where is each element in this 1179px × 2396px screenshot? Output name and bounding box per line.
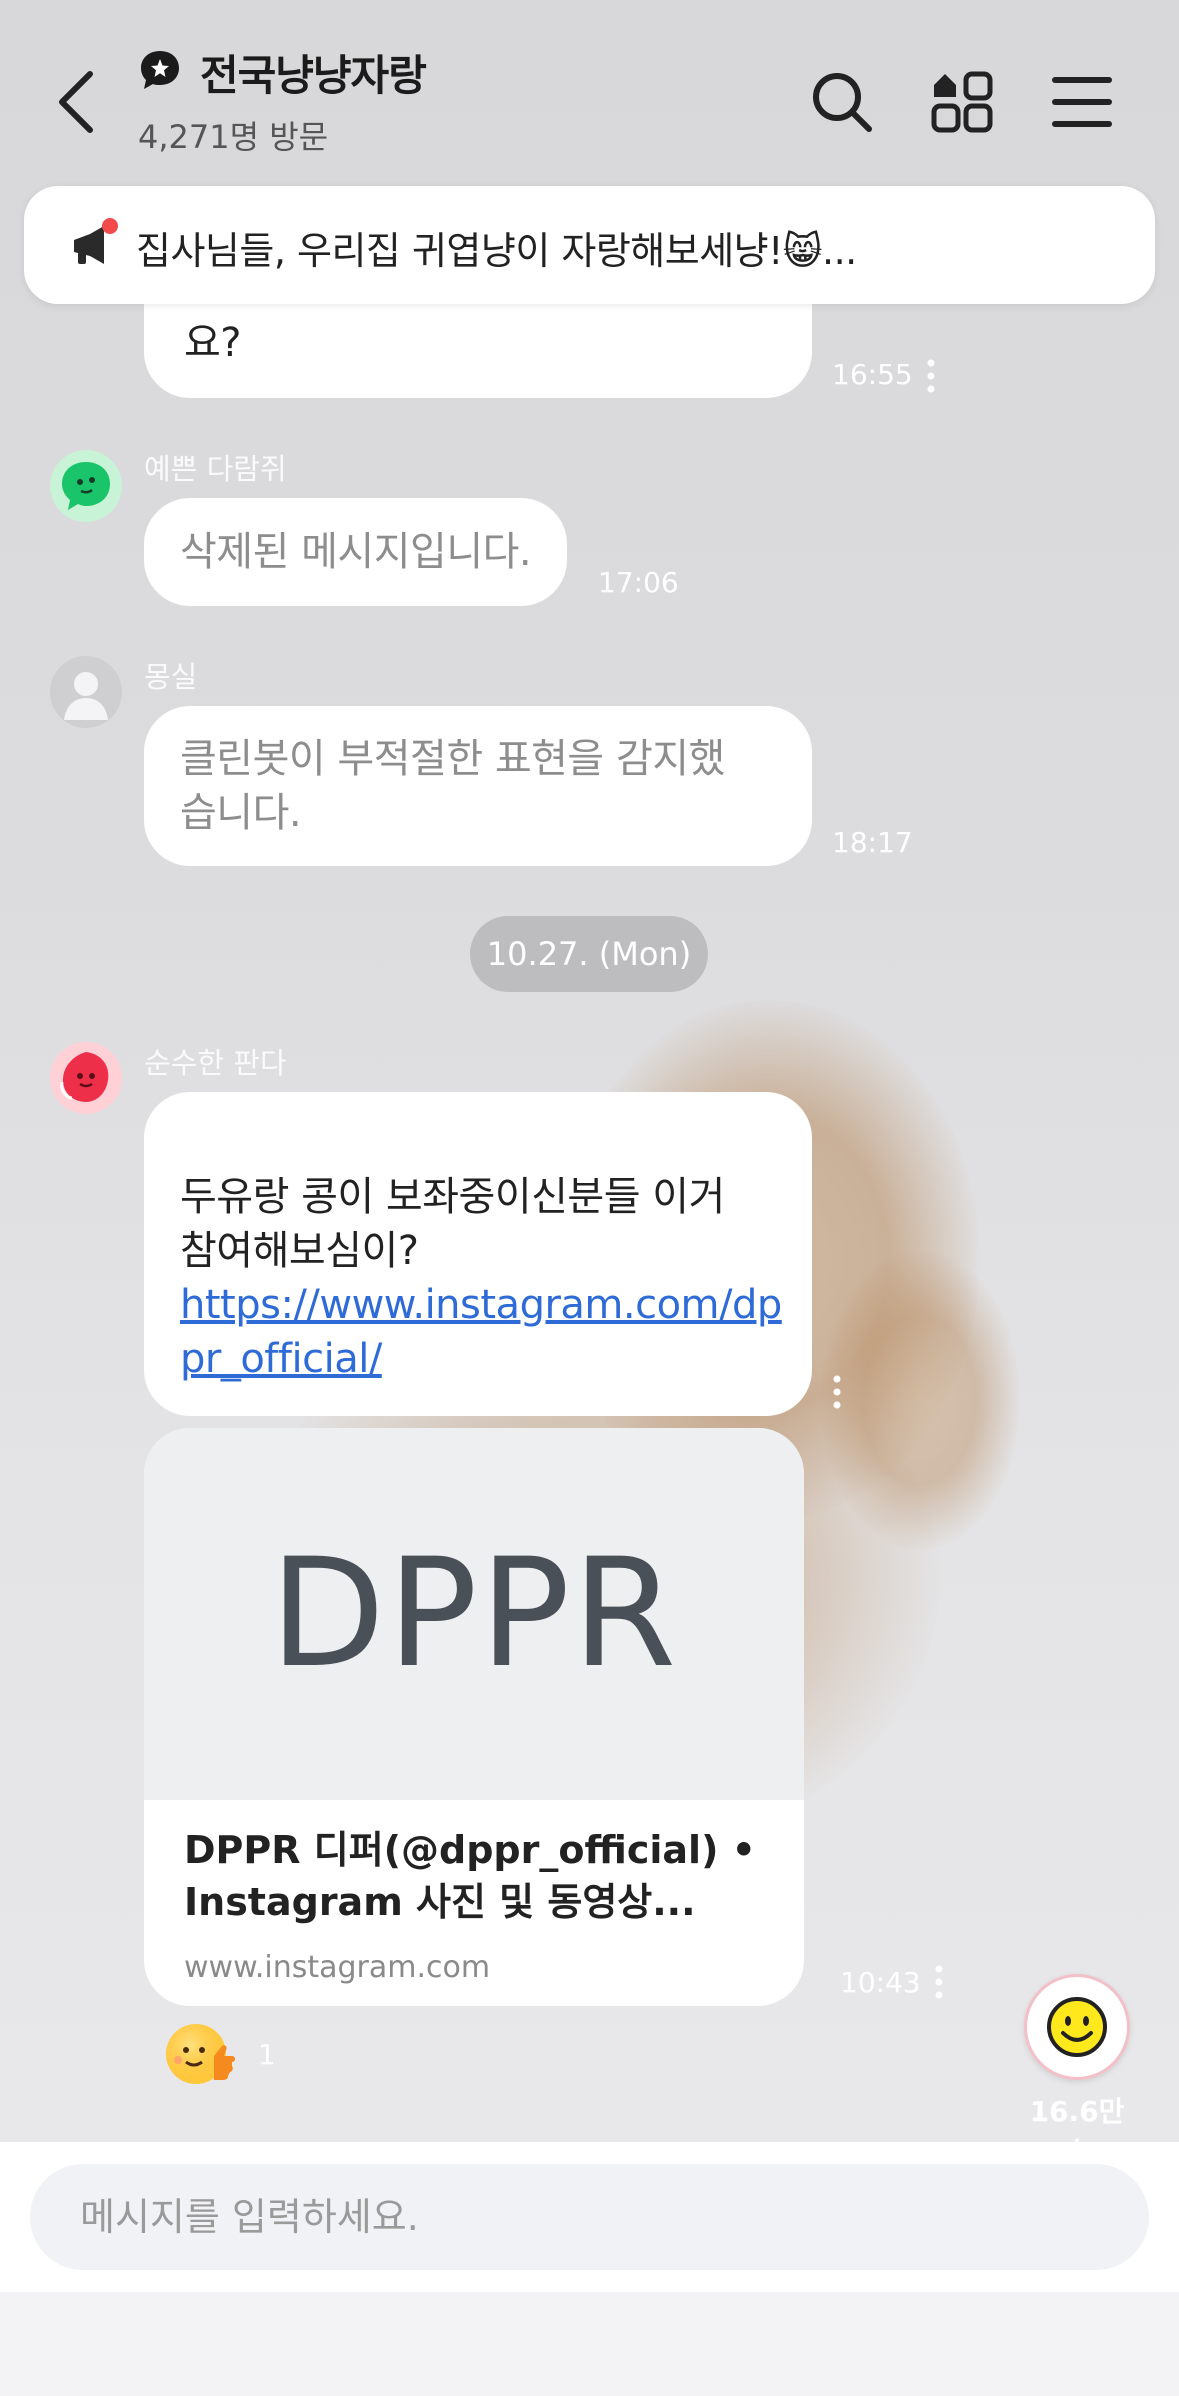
message-time: 17:06: [598, 566, 679, 599]
link-preview-title-line: DPPR 디퍼(@dppr_official) •: [184, 1828, 756, 1872]
chat-header: 전국냥냥자랑 4,271명 방문: [0, 0, 1179, 170]
link-preview-title-line: Instagram 사진 및 동영상...: [184, 1880, 696, 1924]
bottom-safe-area: [0, 2292, 1179, 2396]
link-preview-card[interactable]: DPPR DPPR 디퍼(@dppr_official) • Instagram…: [144, 1428, 804, 2006]
reaction-count: 1: [258, 2038, 276, 2071]
avatar[interactable]: [50, 1042, 122, 1114]
message-text-line: 두유랑 콩이 보좌중이신분들 이거: [180, 1174, 725, 1220]
message-bubble[interactable]: 두유랑 콩이 보좌중이신분들 이거 참여해보심이? https://www.in…: [144, 1092, 812, 1416]
message-text-line: 클린봇이 부적절한 표현을 감지했: [180, 736, 725, 782]
notice-text: 집사님들, 우리집 귀엽냥이 자랑해보세냥!😸...: [136, 229, 857, 273]
more-options-icon[interactable]: [934, 1964, 944, 2000]
notice-banner[interactable]: 집사님들, 우리집 귀엽냥이 자랑해보세냥!😸...: [24, 186, 1155, 304]
more-options-icon[interactable]: [926, 358, 936, 394]
visit-count: 4,271명 방문: [138, 118, 329, 156]
message-text: 삭제된 메시지입니다.: [180, 529, 532, 575]
link-preview-image: DPPR: [144, 1428, 804, 1800]
back-button[interactable]: [48, 62, 104, 142]
message-time: 16:55: [832, 358, 913, 391]
message-bubble[interactable]: 클린봇이 부적절한 표현을 감지했 습니다.: [144, 706, 812, 866]
link-preview-domain: www.instagram.com: [184, 1950, 491, 1985]
brand-logo-text: DPPR: [269, 1527, 679, 1701]
sender-name: 몽실: [144, 660, 198, 694]
smiley-face-icon: [1047, 1997, 1107, 2057]
search-icon: [813, 73, 872, 132]
sender-name: 예쁜 다람쥐: [144, 452, 287, 486]
link-preview-title: DPPR 디퍼(@dppr_official) • Instagram 사진 및…: [184, 1824, 774, 1928]
chevron-left-icon: [59, 71, 93, 133]
message-text: 요?: [184, 320, 242, 366]
thumbs-up-emoji-reaction-icon[interactable]: [164, 2022, 238, 2088]
apps-grid-icon: [931, 71, 993, 133]
open-chat-badge-icon: [138, 48, 182, 92]
room-title: 전국냥냥자랑: [200, 51, 427, 100]
more-options-icon[interactable]: [832, 1374, 842, 1410]
avatar[interactable]: [50, 656, 122, 728]
message-input-bar: [0, 2142, 1179, 2292]
message-bubble[interactable]: 삭제된 메시지입니다.: [144, 498, 568, 606]
message-link[interactable]: https://www.instagram.com/dp: [180, 1278, 782, 1332]
date-divider: 10.27. (Mon): [470, 916, 708, 992]
apps-button[interactable]: [924, 64, 1000, 140]
message-text-line: 참여해보심이?: [180, 1228, 419, 1274]
hamburger-menu-icon: [1052, 77, 1112, 127]
search-button[interactable]: [804, 64, 880, 140]
sender-name: 순수한 판다: [144, 1046, 287, 1080]
message-time: 18:17: [832, 826, 913, 859]
emoji-reaction-button[interactable]: [1024, 1974, 1130, 2080]
message-link[interactable]: pr_official/: [180, 1332, 776, 1386]
menu-button[interactable]: [1044, 64, 1120, 140]
message-text-line: 습니다.: [180, 790, 302, 836]
megaphone-icon: [64, 214, 128, 278]
avatar[interactable]: [50, 450, 122, 522]
message-input[interactable]: [30, 2164, 1149, 2270]
message-time: 10:43: [840, 1966, 921, 1999]
